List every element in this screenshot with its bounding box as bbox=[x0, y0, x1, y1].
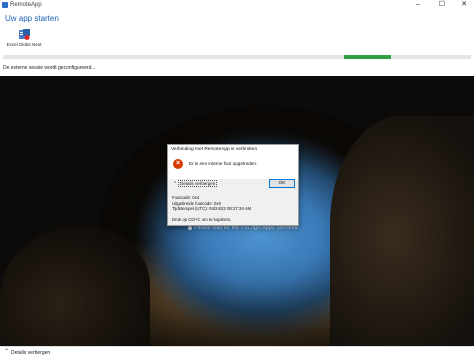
app-label: Excel Globe Next bbox=[6, 42, 42, 47]
app-tile[interactable]: Excel Globe Next bbox=[5, 29, 43, 51]
maximize-button[interactable]: ☐ bbox=[434, 0, 450, 10]
progress-bar bbox=[3, 55, 471, 59]
details-toggle-label: Details verbergen bbox=[178, 180, 218, 187]
spinner-icon bbox=[188, 225, 192, 230]
remoteapp-icon bbox=[2, 2, 8, 8]
dialog-message-area: × Er is een interne fout opgetreden. bbox=[168, 155, 298, 179]
status-text: De externe sessie wordt geconfigureerd..… bbox=[3, 65, 96, 71]
close-button[interactable]: ✕ bbox=[456, 0, 472, 10]
excel-globe-icon bbox=[19, 29, 30, 40]
copy-hint: Druk op Ctrl+C om te kopiëren. bbox=[172, 217, 232, 222]
timestamp: Tijdstempel (UTC): 04/24/23 08:27:34 AM bbox=[172, 206, 252, 212]
chevron-up-icon[interactable]: ⌃ bbox=[3, 349, 10, 356]
footer-bar: ⌃ Details verbergen bbox=[0, 346, 474, 358]
error-icon: × bbox=[173, 159, 183, 169]
window-title: RemoteApp bbox=[10, 2, 42, 8]
error-message: Er is een interne fout opgetreden. bbox=[189, 161, 258, 166]
minimize-button[interactable]: – bbox=[410, 0, 426, 10]
title-bar: RemoteApp – ☐ ✕ bbox=[0, 0, 474, 10]
rock-right bbox=[330, 116, 474, 346]
footer-details-toggle[interactable]: Details verbergen bbox=[11, 350, 50, 356]
page-title: Uw app starten bbox=[5, 14, 59, 23]
dialog-title: Verbinding met RemoteApp is verbroken bbox=[168, 145, 298, 155]
ok-button[interactable]: OK bbox=[269, 179, 295, 188]
details-toggle-button[interactable]: ⌃ Details verbergen bbox=[172, 180, 218, 188]
error-details: Foutcode: 0x4 Uitgebreide foutcode: 0x0 … bbox=[172, 195, 251, 212]
rock-left bbox=[0, 226, 150, 346]
error-dialog: Verbinding met RemoteApp is verbroken × … bbox=[167, 144, 299, 226]
progress-fill bbox=[344, 55, 391, 59]
